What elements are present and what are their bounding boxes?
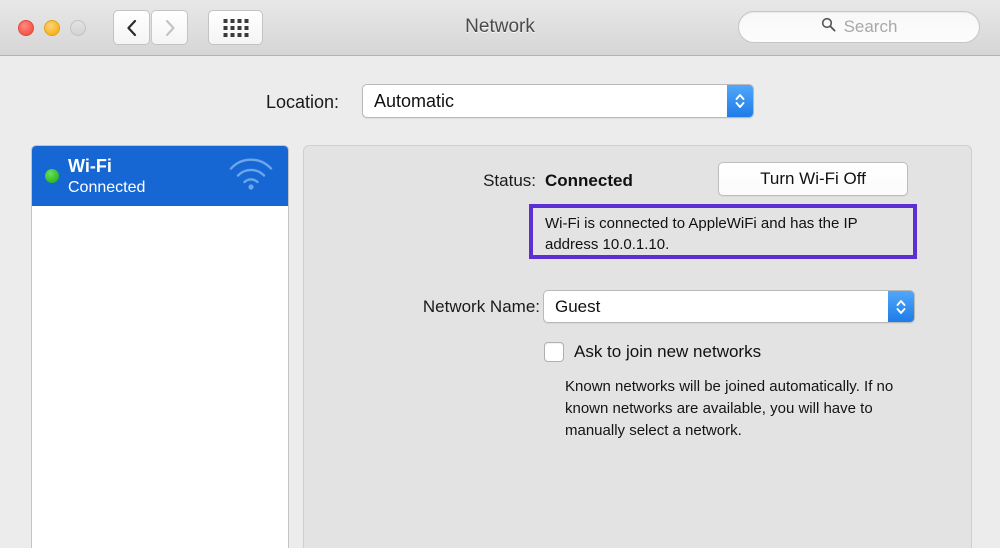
location-label: Location: xyxy=(266,84,339,120)
network-name-selected-value: Guest xyxy=(555,291,600,322)
status-label: Status: xyxy=(468,171,536,191)
sidebar-item-text-group: Wi-Fi Connected xyxy=(68,155,145,198)
network-name-popup-button[interactable]: Guest xyxy=(543,290,915,323)
titlebar: Network Search xyxy=(0,0,1000,56)
wifi-arcs-icon xyxy=(228,157,274,196)
search-placeholder: Search xyxy=(844,17,898,37)
network-preferences-window: Network Search Location: Automatic xyxy=(0,0,1000,548)
connection-info-callout: Wi-Fi is connected to AppleWiFi and has … xyxy=(529,204,917,259)
search-input[interactable]: Search xyxy=(738,11,980,43)
location-stepper-arrows[interactable] xyxy=(727,85,753,117)
ask-to-join-help-text: Known networks will be joined automatica… xyxy=(565,376,915,442)
sidebar-item-status: Connected xyxy=(68,177,145,198)
location-row: Location: Automatic xyxy=(0,84,1000,120)
ask-to-join-row[interactable]: Ask to join new networks xyxy=(544,342,761,362)
network-services-list[interactable]: Wi-Fi Connected xyxy=(31,145,289,548)
status-indicator-dot xyxy=(45,169,59,183)
sidebar-item-label: Wi-Fi xyxy=(68,155,145,177)
search-field-content: Search xyxy=(739,12,979,42)
ask-to-join-checkbox[interactable] xyxy=(544,342,564,362)
wifi-settings-panel: Status: Connected Turn Wi-Fi Off Wi-Fi i… xyxy=(303,145,972,548)
location-selected-value: Automatic xyxy=(374,85,454,117)
status-value: Connected xyxy=(545,171,633,191)
search-icon xyxy=(821,17,836,37)
ask-to-join-label: Ask to join new networks xyxy=(574,342,761,362)
sidebar-item-wifi[interactable]: Wi-Fi Connected xyxy=(32,146,288,206)
connection-info-text: Wi-Fi is connected to AppleWiFi and has … xyxy=(545,213,903,255)
location-popup-button[interactable]: Automatic xyxy=(362,84,754,118)
turn-wifi-off-button[interactable]: Turn Wi-Fi Off xyxy=(718,162,908,196)
network-name-stepper-arrows[interactable] xyxy=(888,291,914,322)
network-name-label: Network Name: xyxy=(390,297,540,317)
